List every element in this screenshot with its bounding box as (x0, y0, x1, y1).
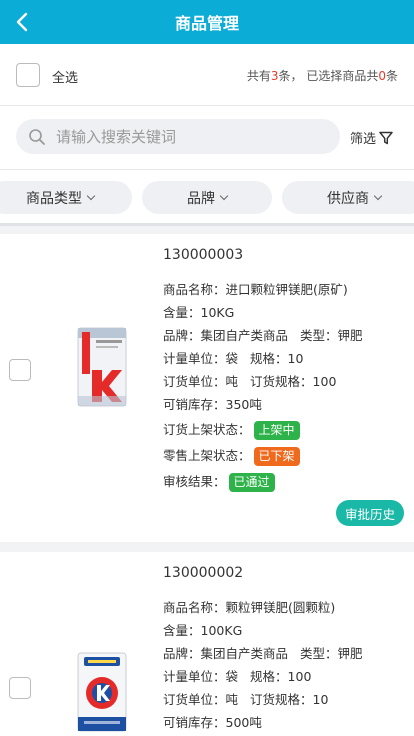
field-label: 品牌： (163, 646, 201, 661)
field-label: 含量： (163, 623, 201, 638)
product-type: 钾肥 (337, 646, 363, 661)
order-status-row: 订货上架状态： 上架中 (163, 419, 300, 440)
search-box[interactable] (16, 119, 340, 154)
search-bar: 筛选 (0, 106, 414, 170)
product-content: 100KG (200, 623, 243, 638)
product-unit-row: 计量单位：袋 规格：10 (163, 348, 303, 367)
product-content: 10KG (200, 305, 235, 320)
retail-status-badge: 已下架 (253, 447, 300, 466)
app-header: 商品管理 (0, 0, 414, 44)
field-label: 可销库存： (163, 397, 226, 412)
tab-brand[interactable]: 品牌 (142, 181, 272, 214)
product-brand-row: 品牌：集团自产类商品 类型：钾肥 (163, 643, 363, 662)
chevron-down-icon (86, 191, 96, 200)
page-title: 商品管理 (174, 14, 239, 33)
field-label: 订货单位： (163, 374, 226, 389)
field-label: 规格： (250, 669, 288, 684)
total-count: 3 (270, 69, 279, 83)
field-label: 类型： (300, 646, 338, 661)
field-label: 规格： (250, 351, 288, 366)
product-stock-row: 可销库存：350吨 (163, 394, 262, 413)
select-all-checkbox[interactable] (16, 63, 40, 87)
product-code: 130000003 (163, 247, 244, 263)
count-prefix: 共有 (246, 69, 271, 83)
product-brand: 集团自产类商品 (200, 646, 289, 661)
tab-label: 品牌 (187, 190, 215, 207)
search-input[interactable] (56, 127, 316, 146)
product-order-spec: 100 (312, 374, 337, 389)
field-label: 商品名称： (163, 600, 226, 615)
audit-status-badge: 已通过 (228, 473, 275, 492)
field-label: 订货规格： (250, 692, 313, 707)
filter-funnel-icon (379, 131, 393, 144)
product-brand-row: 品牌：集团自产类商品 类型：钾肥 (163, 325, 363, 344)
product-card[interactable]: 130000003 商品名称：进口颗粒钾镁肥(原矿) 含量：10KG 品牌：集团… (0, 234, 414, 542)
product-bag-image (77, 327, 127, 407)
product-order-unit-row: 订货单位：吨 订货规格：100 (163, 371, 336, 390)
product-checkbox[interactable] (9, 677, 31, 699)
selection-bar: 全选 共有3条， 已选择商品共0条 (0, 44, 414, 106)
audit-result-row: 审核结果： 已通过 (163, 471, 275, 492)
field-label: 订货单位： (163, 692, 226, 707)
chevron-down-icon (373, 191, 383, 200)
field-label: 类型： (300, 328, 338, 343)
product-name-row: 商品名称：颗粒钾镁肥(圆颗粒) (163, 597, 335, 616)
count-middle: 条， 已选择商品共 (278, 69, 379, 83)
field-label: 计量单位： (163, 669, 226, 684)
tab-label: 商品类型 (26, 190, 82, 207)
count-suffix: 条 (385, 69, 398, 83)
product-unit: 袋 (225, 669, 239, 684)
product-unit: 袋 (225, 351, 239, 366)
filter-label: 筛选 (350, 132, 377, 147)
product-checkbox[interactable] (9, 359, 31, 381)
search-icon (29, 128, 45, 145)
chevron-left-icon (16, 12, 28, 32)
field-label: 订货规格： (250, 374, 313, 389)
product-name: 颗粒钾镁肥(圆颗粒) (225, 600, 336, 615)
product-order-unit: 吨 (225, 692, 239, 707)
product-name-row: 商品名称：进口颗粒钾镁肥(原矿) (163, 279, 348, 298)
product-name: 进口颗粒钾镁肥(原矿) (225, 282, 348, 297)
product-order-unit-row: 订货单位：吨 订货规格：10 (163, 689, 328, 708)
product-order-spec: 10 (312, 692, 329, 707)
field-label: 审核结果： (163, 474, 226, 489)
product-stock-row: 可销库存：500吨 (163, 712, 262, 731)
field-label: 零售上架状态： (163, 448, 251, 463)
product-spec: 10 (287, 351, 304, 366)
product-order-unit: 吨 (225, 374, 239, 389)
selection-count: 共有3条， 已选择商品共0条 (247, 67, 398, 84)
product-content-row: 含量：100KG (163, 620, 242, 639)
approval-history-button[interactable]: 审批历史 (336, 500, 404, 526)
tab-label: 供应商 (327, 190, 369, 207)
select-all-label[interactable]: 全选 (52, 67, 78, 86)
tab-product-type[interactable]: 商品类型 (0, 181, 132, 214)
field-label: 含量： (163, 305, 201, 320)
product-unit-row: 计量单位：袋 规格：100 (163, 666, 311, 685)
field-label: 计量单位： (163, 351, 226, 366)
product-spec: 100 (287, 669, 312, 684)
product-stock: 500吨 (225, 715, 262, 730)
product-stock: 350吨 (225, 397, 262, 412)
tab-supplier[interactable]: 供应商 (282, 181, 414, 214)
filter-tabs: 商品类型 品牌 供应商 (0, 170, 414, 226)
product-brand: 集团自产类商品 (200, 328, 289, 343)
chevron-down-icon (219, 191, 229, 200)
product-content-row: 含量：10KG (163, 302, 234, 321)
filter-button[interactable]: 筛选 (350, 128, 393, 147)
product-type: 钾肥 (337, 328, 363, 343)
product-card[interactable]: 130000002 商品名称：颗粒钾镁肥(圆颗粒) 含量：100KG 品牌：集团… (0, 552, 414, 736)
field-label: 订货上架状态： (163, 422, 251, 437)
product-code: 130000002 (163, 565, 244, 581)
retail-status-row: 零售上架状态： 已下架 (163, 445, 300, 466)
field-label: 品牌： (163, 328, 201, 343)
order-status-badge: 上架中 (253, 421, 300, 440)
field-label: 可销库存： (163, 715, 226, 730)
field-label: 商品名称： (163, 282, 226, 297)
back-button[interactable] (6, 6, 38, 38)
selected-count: 0 (378, 69, 386, 83)
product-bag-image (77, 652, 127, 732)
